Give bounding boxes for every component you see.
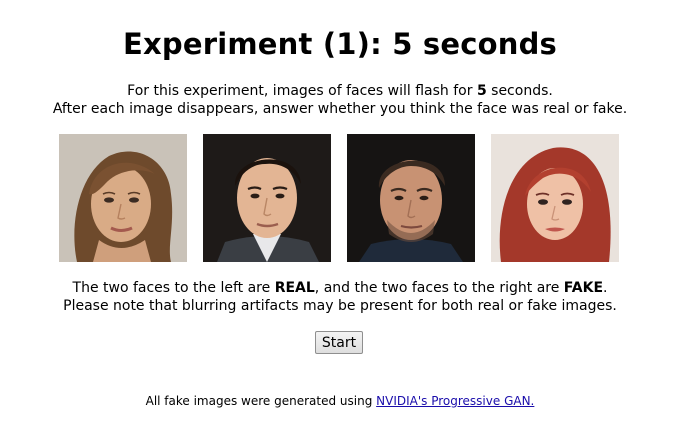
note-line-2: Please note that blurring artifacts may … — [63, 298, 617, 314]
progressive-gan-link[interactable]: NVIDIA's Progressive GAN. — [376, 394, 534, 408]
face-photo-2 — [203, 134, 331, 262]
start-button[interactable]: Start — [315, 331, 363, 354]
face-image-fake-2 — [491, 134, 619, 262]
face-image-real-2 — [203, 134, 331, 262]
intro-text: For this experiment, images of faces wil… — [0, 82, 680, 118]
face-photo-4 — [491, 134, 619, 262]
intro-line-2: After each image disappears, answer whet… — [52, 101, 628, 117]
example-note: The two faces to the left are REAL, and … — [0, 279, 680, 315]
fake-label: FAKE — [563, 280, 604, 296]
face-photo-3 — [347, 134, 475, 262]
page-title: Experiment (1): 5 seconds — [122, 27, 558, 61]
face-photo-1 — [59, 134, 187, 262]
example-faces — [0, 134, 680, 262]
experiment-page: Experiment (1): 5 seconds For this exper… — [0, 0, 680, 423]
footer-credit: All fake images were generated using NVI… — [145, 394, 535, 408]
real-label: REAL — [274, 280, 315, 296]
intro-line-1: For this experiment, images of faces wil… — [127, 83, 553, 99]
face-image-fake-1 — [347, 134, 475, 262]
duration-value: 5 — [476, 83, 487, 99]
note-line-1: The two faces to the left are REAL, and … — [72, 280, 608, 296]
face-image-real-1 — [59, 134, 187, 262]
